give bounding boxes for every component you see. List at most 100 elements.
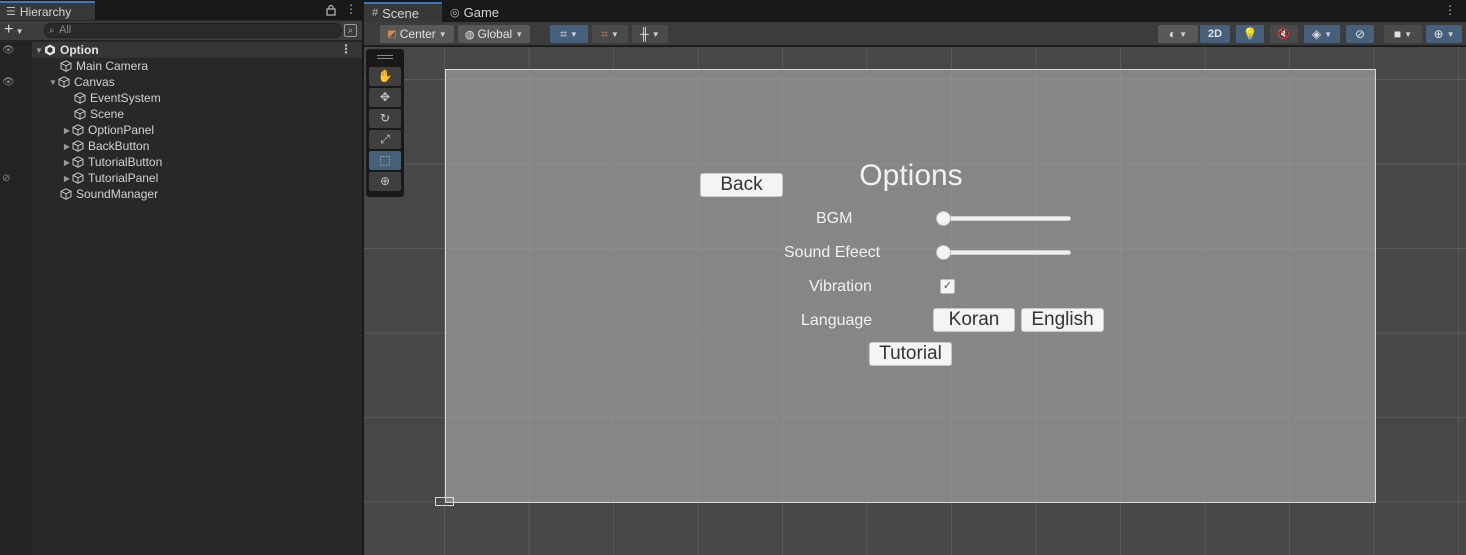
grid-snap-icon: ⌗ (560, 26, 567, 41)
unity-logo-icon (45, 44, 55, 56)
chevron-down-icon[interactable]: ▼ (34, 46, 44, 55)
chevron-down-icon: ▼ (515, 29, 524, 39)
tree-row-label: SoundManager (76, 187, 159, 201)
camera-icon: ■ (1393, 27, 1402, 41)
sound-effect-slider[interactable] (940, 250, 1071, 255)
chevron-down-icon: ▼ (1446, 29, 1455, 39)
scene-panel: # Scene ◎ Game ⋮ ◩ Center ▼ ◍ Global ▼ ⌗… (364, 0, 1466, 555)
tree-row-label: BackButton (88, 139, 150, 153)
2d-label: 2D (1207, 28, 1223, 40)
bgm-slider-handle[interactable] (936, 211, 951, 226)
chevron-down-icon: ▼ (1179, 29, 1188, 39)
effects-dropdown[interactable]: ◈ ▼ (1304, 25, 1340, 43)
hierarchy-tab[interactable]: ☰ Hierarchy (0, 1, 95, 20)
ruler-icon: ╫ (640, 27, 649, 41)
move-tool-icon[interactable]: ✥ (369, 88, 401, 107)
space-dropdown[interactable]: ◍ Global ▼ (458, 25, 530, 43)
canvas-bounds[interactable]: Options Back BGM Sound Efeect Vibration … (445, 69, 1376, 503)
chevron-down-icon: ▼ (1324, 29, 1333, 39)
transform-tool-icon[interactable]: ⊕ (369, 172, 401, 191)
search-icon: ⌕ (49, 25, 55, 36)
chevron-right-icon[interactable]: ▶ (62, 174, 72, 183)
chevron-right-icon[interactable]: ▶ (62, 158, 72, 167)
cube-icon (60, 60, 72, 72)
grid-snap-toggle[interactable]: ⌗ ▼ (550, 25, 588, 43)
hand-tool-icon[interactable]: ✋ (369, 67, 401, 86)
canvas-anchor-gizmo[interactable] (435, 497, 454, 506)
tree-row-label: Main Camera (76, 59, 149, 73)
increment-snap-toggle[interactable]: ⌗ ▼ (592, 25, 628, 43)
eye-hidden-icon[interactable]: ⊘ (2, 174, 16, 184)
eye-hidden-icon: ⊘ (1354, 27, 1366, 41)
chevron-down-icon: ▼ (651, 29, 660, 39)
tutorial-button[interactable]: Tutorial (869, 342, 952, 366)
tree-row-back-button[interactable]: ▶ BackButton (32, 138, 362, 154)
kebab-menu-icon[interactable]: ⋮ (340, 42, 352, 56)
rect-tool-icon[interactable]: ⬚ (369, 151, 401, 170)
plus-icon: + (4, 21, 14, 38)
chevron-down-icon: ▼ (438, 29, 447, 39)
bgm-slider[interactable] (940, 216, 1071, 221)
bgm-label: BGM (816, 210, 853, 227)
tree-row-canvas[interactable]: ▼ Canvas (32, 74, 362, 90)
tree-row-tutorial-panel[interactable]: ▶ TutorialPanel (32, 170, 362, 186)
scene-toolbar: ◩ Center ▼ ◍ Global ▼ ⌗ ▼ ⌗ ▼ ╫ ▼ ◐ ▼ 2D 💡 🔇 (364, 22, 1466, 46)
cube-icon (72, 156, 84, 168)
hierarchy-toolbar: + ▼ ⌕ All ⌕ (0, 21, 362, 41)
eye-icon[interactable]: 👁 (2, 46, 16, 56)
rotate-tool-icon[interactable]: ↻ (369, 109, 401, 128)
add-object-button[interactable]: + ▼ (4, 21, 34, 39)
lightbulb-icon: 💡 (1242, 27, 1258, 41)
hierarchy-panel: ☰ Hierarchy ⋮ + ▼ ⌕ All ⌕ 👁 👁 ⊘ ▼ Option… (0, 0, 362, 555)
english-button[interactable]: English (1021, 308, 1104, 332)
tree-row-main-camera[interactable]: Main Camera (32, 58, 362, 74)
hierarchy-search-input[interactable]: ⌕ All (44, 23, 342, 38)
tree-row-option-panel[interactable]: ▶ OptionPanel (32, 122, 362, 138)
chevron-down-icon[interactable]: ▼ (48, 78, 58, 87)
list-icon: ☰ (6, 6, 16, 18)
tab-game[interactable]: ◎ Game (442, 2, 512, 22)
cube-icon (74, 108, 86, 120)
2d-mode-toggle[interactable]: 2D (1200, 25, 1230, 43)
scene-visibility-toggle[interactable]: ⊘ (1346, 25, 1374, 43)
lock-icon[interactable] (326, 4, 338, 16)
korean-button[interactable]: Koran (933, 308, 1015, 332)
audio-toggle[interactable]: 🔇 (1270, 25, 1298, 43)
tree-row-label: Scene (90, 107, 125, 121)
vibration-checkbox[interactable]: ✓ (940, 279, 955, 294)
lighting-toggle[interactable]: 💡 (1236, 25, 1264, 43)
camera-dropdown[interactable]: ■ ▼ (1384, 25, 1422, 43)
cube-icon (72, 124, 84, 136)
tree-row-event-system[interactable]: EventSystem (32, 90, 362, 106)
tree-row-option-scene[interactable]: ▼ Option ⋮ (32, 42, 362, 58)
scene-search-icon[interactable]: ⌕ (344, 24, 357, 37)
back-button[interactable]: Back (700, 173, 783, 197)
shading-icon: ◐ (1168, 27, 1177, 41)
pivot-dropdown[interactable]: ◩ Center ▼ (380, 25, 454, 43)
chevron-right-icon[interactable]: ▶ (62, 126, 72, 135)
layers-icon: ◈ (1311, 27, 1322, 41)
scene-viewport[interactable]: ✋ ✥ ↻ ⤢ ⬚ ⊕ Options Back BGM Sound Efeec… (364, 47, 1466, 555)
pivot-label: Center (399, 27, 436, 41)
eye-icon[interactable]: 👁 (2, 78, 16, 88)
kebab-menu-icon[interactable]: ⋮ (345, 2, 357, 18)
language-label: Language (801, 312, 873, 329)
draw-mode-dropdown[interactable]: ◐ ▼ (1158, 25, 1198, 43)
snap-increment-icon: ⌗ (601, 26, 608, 41)
options-title: Options (859, 159, 963, 192)
drag-handle-icon[interactable] (377, 55, 393, 59)
sound-effect-slider-handle[interactable] (936, 245, 951, 260)
ruler-toggle[interactable]: ╫ ▼ (632, 25, 668, 43)
tree-row-tutorial-button[interactable]: ▶ TutorialButton (32, 154, 362, 170)
scale-tool-icon[interactable]: ⤢ (369, 130, 401, 149)
tree-row-label: Option (60, 43, 99, 57)
tree-row-sound-manager[interactable]: SoundManager (32, 186, 362, 202)
kebab-menu-icon[interactable]: ⋮ (1444, 3, 1456, 17)
gizmos-dropdown[interactable]: ⊕ ▼ (1426, 25, 1462, 43)
vibration-label: Vibration (809, 278, 872, 295)
chevron-down-icon: ▼ (1404, 29, 1413, 39)
tree-row-scene[interactable]: Scene (32, 106, 362, 122)
chevron-right-icon[interactable]: ▶ (62, 142, 72, 151)
chevron-down-icon: ▼ (610, 29, 619, 39)
tab-scene[interactable]: # Scene (364, 2, 442, 22)
